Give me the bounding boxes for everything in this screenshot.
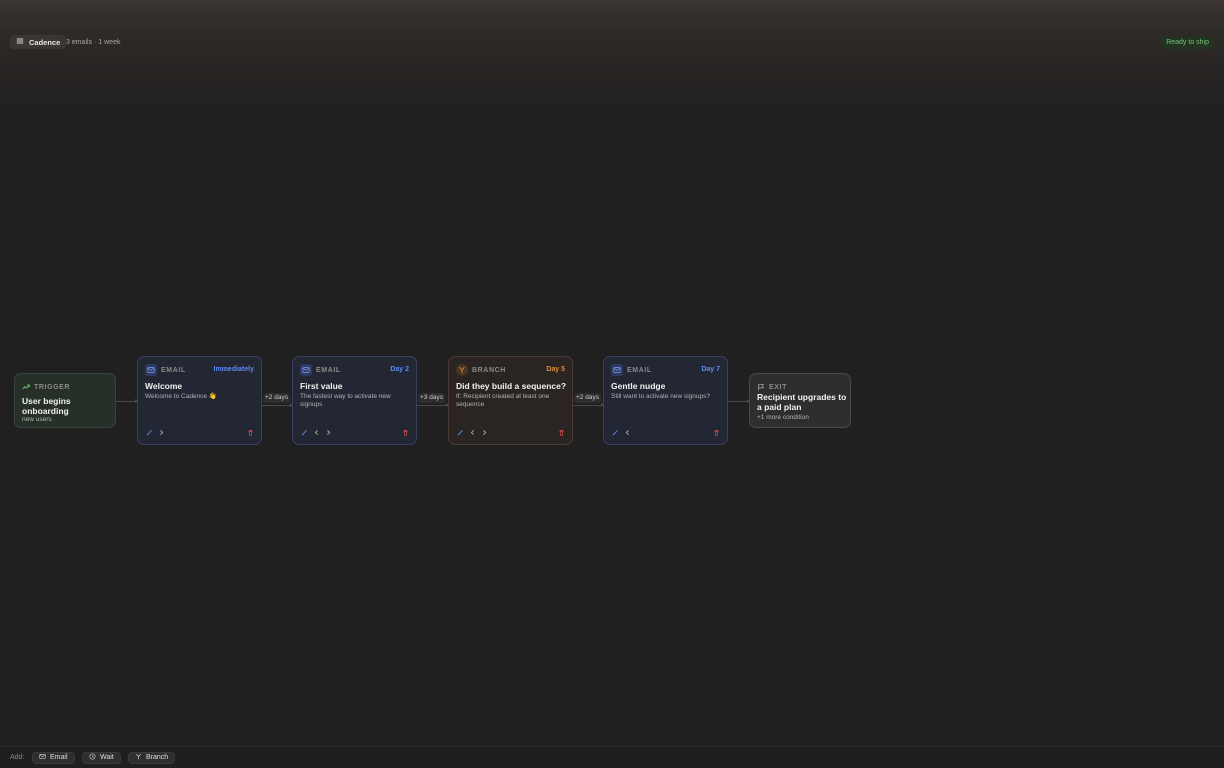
branch-node[interactable]: BRANCH Day 5 Did they build a sequence? … [448, 356, 573, 445]
delete-icon[interactable] [401, 427, 409, 437]
add-label: Add: [10, 754, 25, 761]
add-wait-label: Wait [100, 754, 114, 761]
node-title: Gentle nudge [611, 381, 666, 391]
node-actions [456, 427, 565, 437]
edit-icon[interactable] [611, 427, 619, 437]
delete-icon[interactable] [712, 427, 720, 437]
email-node[interactable]: EMAIL Day 2 First value The fastest way … [292, 356, 417, 445]
node-title: Welcome [145, 381, 183, 391]
connector [728, 399, 750, 403]
node-subtitle: Welcome to Cadence 👋 [145, 393, 217, 400]
node-timing: Day 7 [701, 366, 720, 373]
node-kind-label: BRANCH [472, 366, 506, 374]
add-email-button[interactable]: Email [32, 751, 75, 764]
move-right-icon[interactable] [157, 427, 165, 437]
node-subtitle: The fastest way to activate new signups [300, 393, 391, 408]
mail-icon [300, 364, 312, 376]
delay-chip: +2 days [263, 393, 290, 403]
delete-icon[interactable] [246, 427, 254, 437]
exit-node[interactable]: EXIT Recipient upgrades to a paid plan +… [749, 373, 851, 428]
trend-up-icon [22, 378, 30, 396]
move-left-icon[interactable] [623, 427, 631, 437]
node-title: First value [300, 381, 343, 391]
move-right-icon[interactable] [480, 427, 488, 437]
edit-icon[interactable] [300, 427, 308, 437]
node-actions [145, 427, 254, 437]
add-wait-button[interactable]: Wait [82, 751, 121, 764]
trigger-node[interactable]: TRIGGER User begins onboarding new users [14, 373, 116, 428]
node-actions [300, 427, 409, 437]
delay-chip: +2 days [574, 393, 601, 403]
node-kind-label: TRIGGER [34, 383, 71, 391]
node-kind-label: EMAIL [627, 366, 652, 374]
branch-icon [456, 364, 468, 376]
node-subtitle: new users [22, 416, 52, 423]
add-branch-button[interactable]: Branch [128, 751, 176, 764]
node-kind-label: EXIT [769, 383, 787, 391]
mail-icon [39, 753, 46, 762]
add-email-label: Email [50, 754, 68, 761]
mail-icon [145, 364, 157, 376]
node-actions [611, 427, 720, 437]
email-node[interactable]: EMAIL Immediately Welcome Welcome to Cad… [137, 356, 262, 445]
email-node[interactable]: EMAIL Day 7 Gentle nudge Still want to a… [603, 356, 728, 445]
node-subtitle: If: Recipient created at least one seque… [456, 393, 550, 408]
edit-icon[interactable] [456, 427, 464, 437]
node-title: Did they build a sequence? [456, 381, 567, 391]
node-kind-label: EMAIL [316, 366, 341, 374]
add-branch-label: Branch [146, 754, 169, 761]
node-subtitle: +1 more condition [757, 414, 809, 421]
node-kind-label: EMAIL [161, 366, 186, 374]
edit-icon[interactable] [145, 427, 153, 437]
node-timing: Day 5 [546, 366, 565, 373]
node-subtitle: Still want to activate new signups? [611, 393, 710, 400]
move-left-icon[interactable] [312, 427, 320, 437]
connector [417, 403, 449, 407]
connector [573, 403, 604, 407]
node-timing: Day 2 [390, 366, 409, 373]
connector [262, 403, 293, 407]
connector [116, 399, 138, 403]
node-timing: Immediately [213, 366, 254, 373]
move-right-icon[interactable] [324, 427, 332, 437]
mail-icon [611, 364, 623, 376]
node-title: Recipient upgrades to a paid plan [757, 392, 847, 412]
flow-canvas: TRIGGER User begins onboarding new users… [0, 0, 1224, 768]
bottom-toolbar: Add: Email Wait Branch [0, 746, 1224, 768]
delay-chip: +3 days [418, 393, 445, 403]
branch-icon [135, 753, 142, 762]
node-title: User begins onboarding [22, 396, 71, 416]
delete-icon[interactable] [557, 427, 565, 437]
move-left-icon[interactable] [468, 427, 476, 437]
clock-icon [89, 753, 96, 762]
